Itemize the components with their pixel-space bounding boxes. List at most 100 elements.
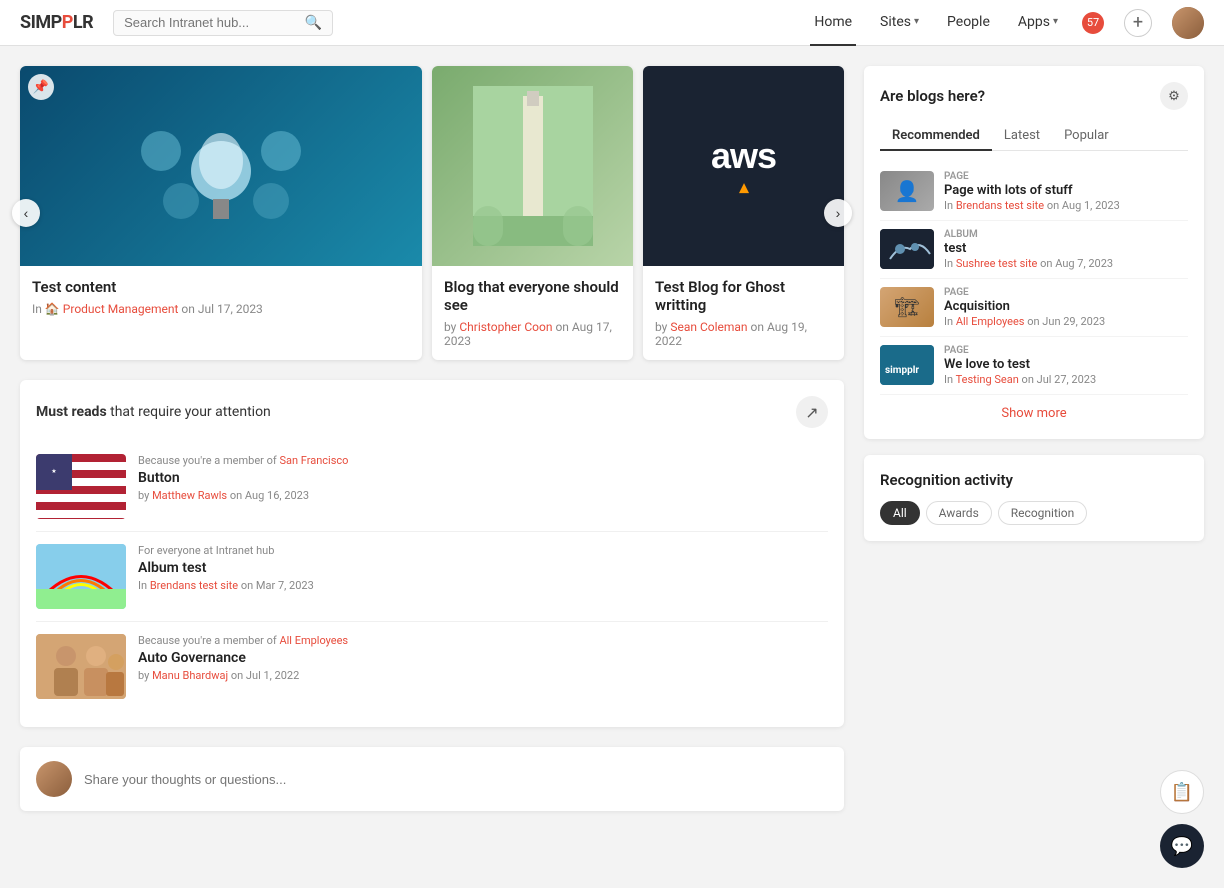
blog-thumb-2 [880, 229, 934, 269]
rec-tab-awards[interactable]: Awards [926, 501, 992, 525]
blog-info-3: PAGE Acquisition In All Employees on Jun… [944, 287, 1188, 328]
blog-name-2[interactable]: test [944, 241, 1188, 256]
nav-people[interactable]: People [943, 0, 994, 46]
must-read-item-3: Because you're a member of All Employees… [36, 622, 828, 711]
rainbow-image [36, 544, 126, 609]
simpplr-thumb: simpplr [880, 345, 934, 385]
people-illustration [36, 634, 126, 699]
must-read-title-2[interactable]: Album test [138, 560, 828, 576]
tab-recommended[interactable]: Recommended [880, 122, 992, 151]
card-author-link-2[interactable]: Christopher Coon [459, 320, 552, 334]
blog-item-4[interactable]: simpplr PAGE We love to test In Testing … [880, 337, 1188, 395]
blog-item-1[interactable]: 👤 PAGE Page with lots of stuff In Brenda… [880, 163, 1188, 221]
must-reads-share-button[interactable]: ↗ [796, 396, 828, 428]
must-read-author-link-3[interactable]: Manu Bhardwaj [152, 669, 228, 682]
share-thoughts-bar[interactable] [20, 747, 844, 811]
thoughts-input[interactable] [84, 772, 828, 787]
carousel: ‹ 📌 [20, 66, 844, 360]
aws-logo: aws ▴ [711, 135, 776, 198]
search-input[interactable] [124, 15, 301, 30]
must-read-location-link-2[interactable]: Brendans test site [150, 579, 238, 592]
svg-text:simpplr: simpplr [885, 365, 919, 376]
carousel-card-1[interactable]: 📌 Test content [20, 66, 422, 360]
logo[interactable]: SIMPPLR [20, 12, 93, 33]
pin-icon: 📌 [28, 74, 54, 100]
flag-image: ★ [36, 454, 126, 519]
card-content-1: Test content In 🏠 Product Management on … [20, 266, 422, 328]
card-content-2: Blog that everyone should see by Christo… [432, 266, 633, 360]
card-meta-1: In 🏠 Product Management on Jul 17, 2023 [32, 302, 410, 316]
main-nav: Home Sites ▾ People Apps ▾ 57 + [810, 0, 1204, 46]
tower-illustration [473, 86, 593, 246]
must-read-author-link-1[interactable]: Matthew Rawls [152, 489, 227, 502]
must-read-reason-3: Because you're a member of All Employees [138, 634, 828, 647]
search-bar[interactable]: 🔍 [113, 10, 333, 36]
card-title-1: Test content [32, 278, 410, 296]
notification-badge[interactable]: 57 [1082, 12, 1104, 34]
nav-apps[interactable]: Apps ▾ [1014, 0, 1062, 46]
blog-name-4[interactable]: We love to test [944, 357, 1188, 372]
tab-popular[interactable]: Popular [1052, 122, 1121, 151]
show-more[interactable]: Show more [880, 395, 1188, 423]
blog-source-link-4[interactable]: Testing Sean [956, 373, 1019, 386]
people-image [36, 634, 126, 699]
must-read-reason-2: For everyone at Intranet hub [138, 544, 828, 557]
blog-type-1: PAGE [944, 171, 1188, 182]
carousel-card-2[interactable]: Blog that everyone should see by Christo… [432, 66, 633, 360]
blog-type-2: ALBUM [944, 229, 1188, 240]
card-title-3: Test Blog for Ghost writting [655, 278, 832, 314]
blog-item-3[interactable]: 🏗 PAGE Acquisition In All Employees on J… [880, 279, 1188, 337]
blog-source-3: In All Employees on Jun 29, 2023 [944, 315, 1188, 328]
tab-latest[interactable]: Latest [992, 122, 1052, 151]
chat-button[interactable]: 💬 [1160, 824, 1204, 868]
blog-item-2[interactable]: ALBUM test In Sushree test site on Aug 7… [880, 221, 1188, 279]
nav-home[interactable]: Home [810, 0, 856, 46]
blog-source-link-1[interactable]: Brendans test site [956, 199, 1044, 212]
show-more-link[interactable]: Show more [1001, 406, 1066, 421]
carousel-prev-button[interactable]: ‹ [12, 199, 40, 227]
card-image-3: aws ▴ [643, 66, 844, 266]
must-read-reason-link-1[interactable]: San Francisco [279, 454, 348, 467]
card-author-link-3[interactable]: Sean Coleman [670, 320, 747, 334]
blog-source-1: In Brendans test site on Aug 1, 2023 [944, 199, 1188, 212]
rec-tab-recognition[interactable]: Recognition [998, 501, 1087, 525]
notes-button[interactable]: 📋 [1160, 770, 1204, 814]
card-content-3: Test Blog for Ghost writting by Sean Col… [643, 266, 844, 360]
header: SIMPPLR 🔍 Home Sites ▾ People Apps ▾ 57 … [0, 0, 1224, 46]
blog-info-4: PAGE We love to test In Testing Sean on … [944, 345, 1188, 386]
must-read-by-2: In Brendans test site on Mar 7, 2023 [138, 579, 828, 592]
card-meta-3: by Sean Coleman on Aug 19, 2022 [655, 320, 832, 348]
must-read-reason-link-3[interactable]: All Employees [279, 634, 348, 647]
must-read-thumb-3 [36, 634, 126, 699]
flag-canton: ★ [36, 454, 72, 490]
blog-image-3: 🏗 [880, 287, 934, 327]
blog-name-1[interactable]: Page with lots of stuff [944, 183, 1188, 198]
blog-thumb-1: 👤 [880, 171, 934, 211]
must-read-info-1: Because you're a member of San Francisco… [138, 454, 828, 519]
card-category-link[interactable]: Product Management [63, 302, 179, 316]
blog-name-3[interactable]: Acquisition [944, 299, 1188, 314]
user-avatar [36, 761, 72, 797]
must-read-info-2: For everyone at Intranet hub Album test … [138, 544, 828, 609]
must-read-thumb-2 [36, 544, 126, 609]
must-read-by-3: by Manu Bhardwaj on Jul 1, 2022 [138, 669, 828, 682]
must-read-title-1[interactable]: Button [138, 470, 828, 486]
blog-type-3: PAGE [944, 287, 1188, 298]
settings-button[interactable]: ⚙ [1160, 82, 1188, 110]
must-read-by-1: by Matthew Rawls on Aug 16, 2023 [138, 489, 828, 502]
blog-thumb-4: simpplr [880, 345, 934, 385]
carousel-next-button[interactable]: › [824, 199, 852, 227]
nav-sites[interactable]: Sites ▾ [876, 0, 923, 46]
carousel-card-3[interactable]: aws ▴ Test Blog for Ghost writting by Se… [643, 66, 844, 360]
blog-source-link-3[interactable]: All Employees [956, 315, 1025, 328]
must-reads-title: Must reads that require your attention [36, 404, 271, 420]
blog-info-1: PAGE Page with lots of stuff In Brendans… [944, 171, 1188, 212]
search-icon: 🔍 [305, 15, 322, 31]
add-button[interactable]: + [1124, 9, 1152, 37]
must-reads-section: Must reads that require your attention ↗… [20, 380, 844, 727]
rainbow-illustration [36, 544, 126, 609]
blog-source-link-2[interactable]: Sushree test site [956, 257, 1038, 270]
rec-tab-all[interactable]: All [880, 501, 920, 525]
avatar[interactable] [1172, 7, 1204, 39]
must-read-title-3[interactable]: Auto Governance [138, 650, 828, 666]
